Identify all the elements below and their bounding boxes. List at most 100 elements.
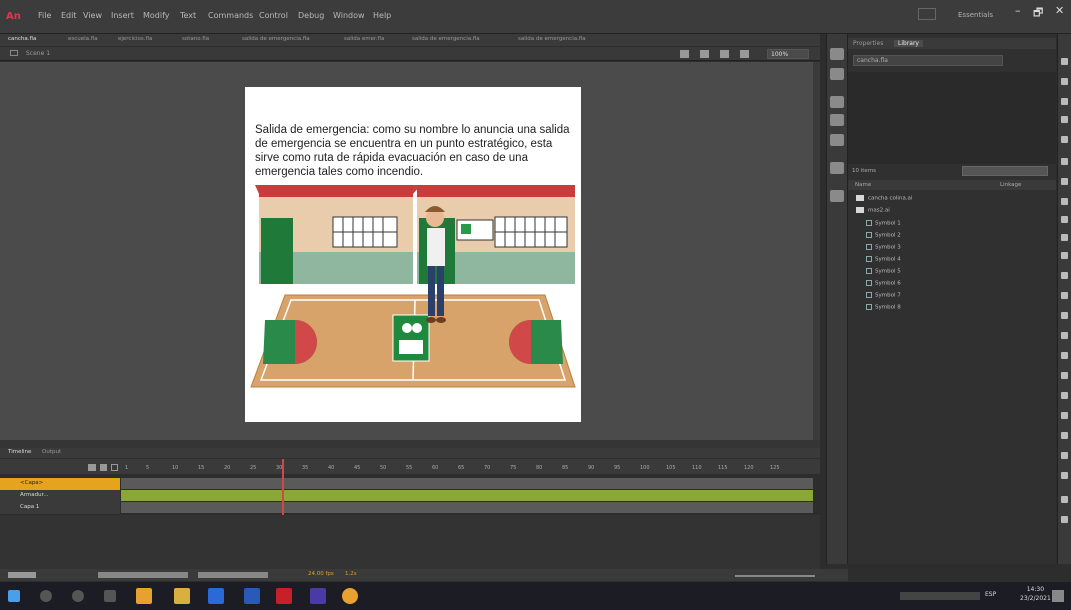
layer-row-armature[interactable]: Armadur... — [0, 490, 120, 502]
menu-commands[interactable]: Commands — [208, 11, 253, 20]
menu-edit[interactable]: Edit — [61, 11, 77, 20]
animate-icon[interactable] — [276, 588, 292, 604]
menu-text[interactable]: Text — [180, 11, 196, 20]
after-effects-icon[interactable] — [310, 588, 326, 604]
subselection-tool-icon[interactable] — [1061, 78, 1068, 85]
library-symbol[interactable]: Symbol 5 — [866, 268, 901, 275]
oval-tool-icon[interactable] — [1061, 234, 1068, 241]
hand-tool-icon[interactable] — [1061, 452, 1068, 459]
task-view-icon[interactable] — [104, 590, 116, 602]
playhead[interactable] — [282, 459, 284, 517]
timeline-zoom-slider[interactable] — [735, 575, 815, 577]
layer-row-capa1[interactable]: Capa 1 — [0, 502, 120, 514]
color-icon[interactable] — [830, 48, 844, 60]
eyedropper-tool-icon[interactable] — [1061, 392, 1068, 399]
selection-tool-icon[interactable] — [1061, 58, 1068, 65]
notifications-icon[interactable] — [1052, 590, 1064, 602]
system-clock[interactable]: 14:30 23/2/2021 — [1020, 585, 1051, 603]
layer-row-capa-selected[interactable]: <Capa> — [0, 478, 120, 490]
motion-presets-icon[interactable] — [830, 162, 844, 174]
store-icon[interactable] — [208, 588, 224, 604]
free-transform-tool-icon[interactable] — [1061, 98, 1068, 105]
menu-insert[interactable]: Insert — [111, 11, 134, 20]
brush-tool-icon[interactable] — [1061, 292, 1068, 299]
language-indicator[interactable]: ESP — [985, 591, 996, 598]
file-explorer-icon[interactable] — [174, 588, 190, 604]
stroke-color-icon[interactable] — [1061, 496, 1068, 503]
emergency-exit-illustration[interactable] — [245, 180, 581, 395]
doc-tab[interactable]: salida de emergencia.fla — [518, 36, 586, 42]
zoom-tool-icon[interactable] — [1061, 472, 1068, 479]
components-icon[interactable] — [830, 190, 844, 202]
menu-debug[interactable]: Debug — [298, 11, 324, 20]
minimize-icon[interactable]: – — [1015, 4, 1021, 17]
menu-help[interactable]: Help — [373, 11, 391, 20]
frame-rate[interactable]: 24.00 fps — [308, 571, 334, 577]
show-hide-icon[interactable] — [88, 464, 96, 471]
lock-icon[interactable] — [100, 464, 107, 471]
paint-brush-tool-icon[interactable] — [1061, 312, 1068, 319]
menu-file[interactable]: File — [38, 11, 51, 20]
library-symbol[interactable]: Symbol 2 — [866, 232, 901, 239]
text-tool-icon[interactable] — [1061, 178, 1068, 185]
layer-frames[interactable] — [121, 502, 813, 513]
tab-timeline[interactable]: Timeline — [8, 449, 31, 455]
pen-tool-icon[interactable] — [1061, 158, 1068, 165]
fill-color-icon[interactable] — [1061, 516, 1068, 523]
polystar-tool-icon[interactable] — [1061, 252, 1068, 259]
menu-modify[interactable]: Modify — [143, 11, 170, 20]
workspace-switcher[interactable]: Essentials — [958, 11, 993, 19]
library-symbol[interactable]: Symbol 3 — [866, 244, 901, 251]
edit-symbol-icon[interactable] — [700, 50, 709, 58]
stage-scrollbar-h[interactable] — [0, 440, 820, 448]
column-linkage[interactable]: Linkage — [1000, 182, 1021, 188]
layer-frames[interactable] — [121, 478, 813, 489]
center-stage-icon[interactable] — [720, 50, 729, 58]
rectangle-tool-icon[interactable] — [1061, 216, 1068, 223]
library-search-input[interactable] — [962, 166, 1048, 176]
windows-start-icon[interactable] — [8, 590, 20, 602]
tab-output[interactable]: Output — [42, 449, 61, 455]
doc-tab[interactable]: salida de emergencia.fla — [242, 36, 310, 42]
sync-box[interactable] — [918, 8, 936, 20]
playback-controls[interactable] — [98, 572, 188, 578]
swatches-icon[interactable] — [830, 68, 844, 80]
ink-bottle-tool-icon[interactable] — [1061, 372, 1068, 379]
doc-tab[interactable]: sotano.fla — [182, 36, 209, 42]
doc-tab[interactable]: ejercicios.fla — [118, 36, 152, 42]
tab-properties[interactable]: Properties — [853, 40, 883, 47]
align-icon[interactable] — [830, 96, 844, 108]
restore-icon[interactable]: 🗗 — [1033, 4, 1043, 23]
lasso-tool-icon[interactable] — [1061, 136, 1068, 143]
library-document-select[interactable]: cancha.fla — [853, 55, 1003, 66]
pencil-tool-icon[interactable] — [1061, 272, 1068, 279]
zoom-select[interactable]: 100% — [767, 49, 809, 59]
transform-icon[interactable] — [830, 134, 844, 146]
library-symbol[interactable]: Symbol 6 — [866, 280, 901, 287]
close-icon[interactable]: ✕ — [1055, 4, 1064, 17]
line-tool-icon[interactable] — [1061, 198, 1068, 205]
library-symbol[interactable]: Symbol 1 — [866, 220, 901, 227]
width-tool-icon[interactable] — [1061, 432, 1068, 439]
paint-bucket-tool-icon[interactable] — [1061, 352, 1068, 359]
clip-icon[interactable] — [740, 50, 749, 58]
menu-window[interactable]: Window — [333, 11, 365, 20]
doc-tab[interactable]: escuela.fla — [68, 36, 98, 42]
menu-control[interactable]: Control — [259, 11, 288, 20]
library-symbol[interactable]: Symbol 4 — [866, 256, 901, 263]
info-icon[interactable] — [830, 114, 844, 126]
cortana-icon[interactable] — [72, 590, 84, 602]
library-symbol[interactable]: Symbol 7 — [866, 292, 901, 299]
edit-scene-icon[interactable] — [680, 50, 689, 58]
doc-tab[interactable]: salida emer.fla — [344, 36, 384, 42]
library-folder[interactable]: mas2.ai — [856, 207, 890, 214]
3d-rotation-tool-icon[interactable] — [1061, 116, 1068, 123]
doc-tab-active[interactable]: cancha.fla — [8, 36, 36, 42]
bone-tool-icon[interactable] — [1061, 332, 1068, 339]
library-folder[interactable]: cancha colina.ai — [856, 195, 912, 202]
stage-scrollbar-v[interactable] — [813, 62, 820, 440]
tab-library[interactable]: Library — [894, 40, 923, 47]
back-icon[interactable] — [10, 50, 18, 56]
scene-label[interactable]: Scene 1 — [26, 50, 50, 57]
eraser-tool-icon[interactable] — [1061, 412, 1068, 419]
